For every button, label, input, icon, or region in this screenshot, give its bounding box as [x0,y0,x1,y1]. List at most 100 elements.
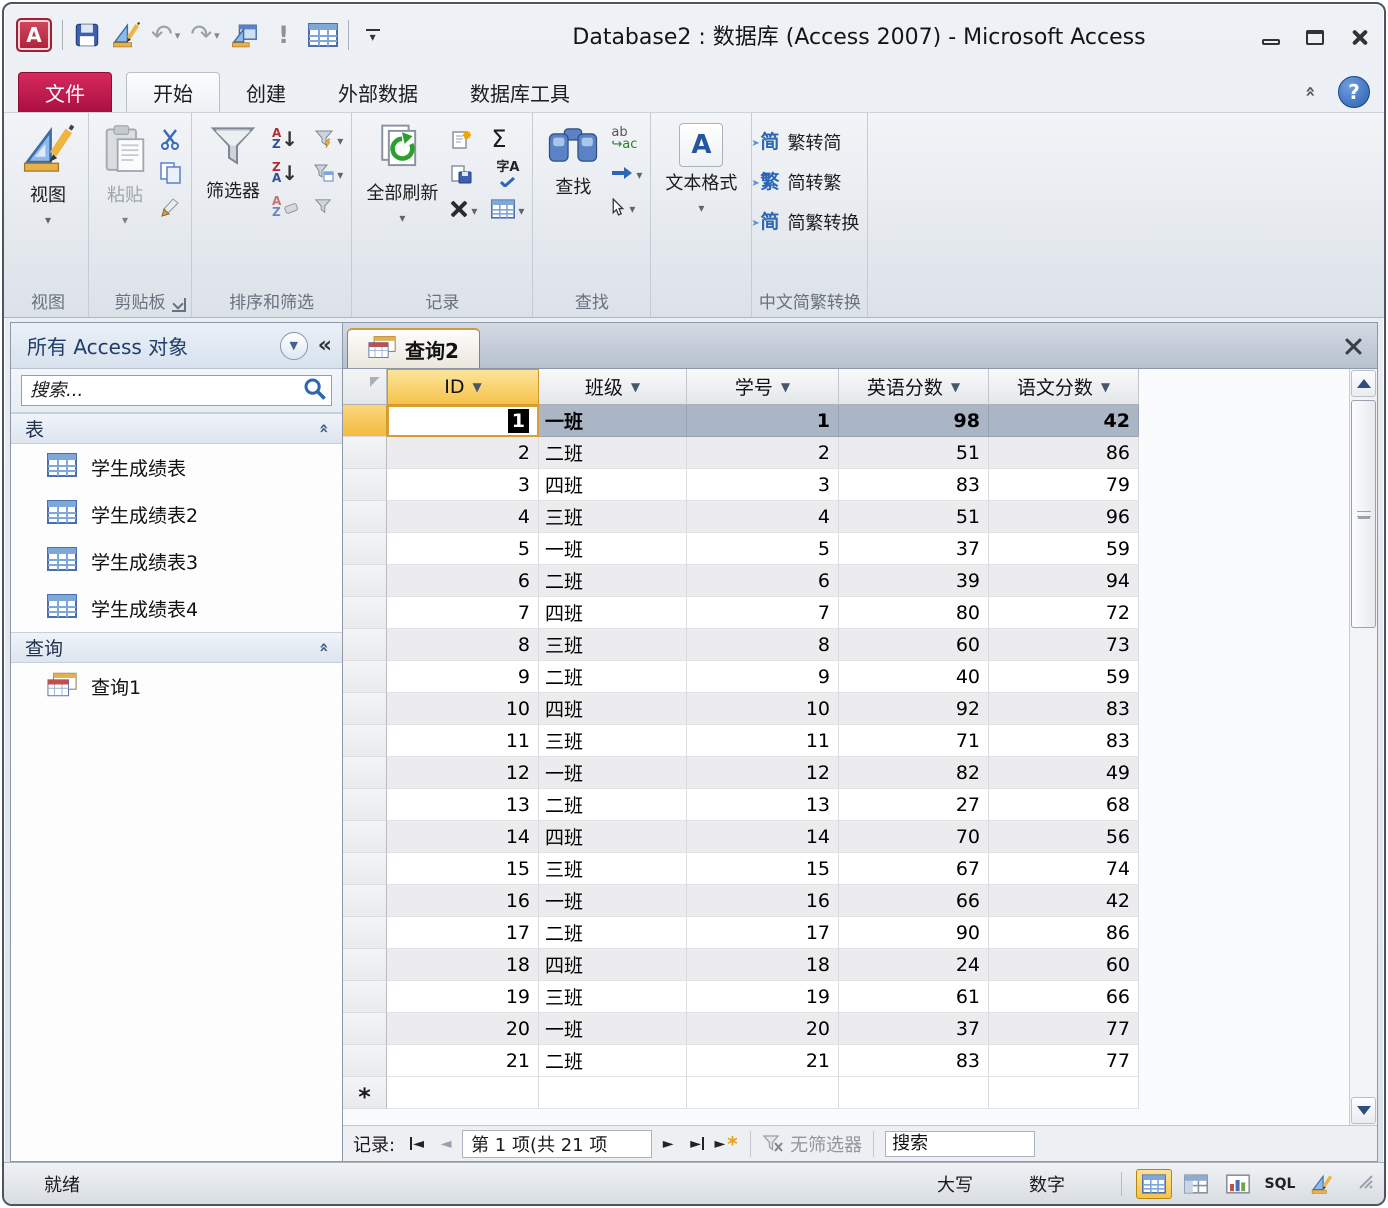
cell[interactable]: 3 [687,469,839,501]
section-header-tables[interactable]: 表 » [11,413,342,444]
row-selector[interactable] [343,917,387,949]
save-icon[interactable] [73,19,101,51]
cell[interactable]: 四班 [539,693,687,725]
section-header-queries[interactable]: 查询 » [11,632,342,663]
tab-create[interactable]: 创建 [220,72,312,112]
paste-button[interactable]: 粘贴 [97,121,153,230]
row-selector[interactable] [343,725,387,757]
cell[interactable]: 19 [387,981,539,1013]
row-selector[interactable] [343,789,387,821]
row-selector[interactable] [343,405,387,437]
totals-button[interactable]: Σ [491,127,524,151]
cell[interactable]: 15 [687,853,839,885]
cell[interactable]: 73 [989,629,1139,661]
cell[interactable]: 66 [989,981,1139,1013]
cell[interactable]: 83 [989,693,1139,725]
resize-grip-icon[interactable] [1356,1172,1374,1195]
cell[interactable]: 四班 [539,597,687,629]
cell[interactable]: 14 [387,821,539,853]
format-painter-button[interactable] [159,195,183,219]
cell[interactable]: 80 [839,597,989,629]
text-format-button[interactable]: A 文本格式 [659,121,743,218]
cell[interactable]: 一班 [539,1013,687,1045]
scrollbar-thumb[interactable] [1351,400,1376,628]
cell[interactable]: 86 [989,437,1139,469]
row-selector[interactable] [343,1045,387,1077]
view-switch-icon[interactable] [230,19,260,51]
no-filter-button[interactable]: 无筛选器 [762,1131,862,1157]
advanced-filter-button[interactable] [314,127,343,151]
column-header-ID[interactable]: ID▼ [387,369,539,405]
document-tab-query2[interactable]: 查询2 [347,328,480,368]
cell[interactable]: 83 [989,725,1139,757]
sidebar-item-table-3[interactable]: 学生成绩表3 [11,538,342,585]
access-logo-icon[interactable]: A [16,18,52,52]
cell[interactable]: 82 [839,757,989,789]
cell[interactable]: 19 [687,981,839,1013]
new-record-row[interactable]: * [343,1077,1139,1109]
cell[interactable]: 16 [387,885,539,917]
traditional-to-simplified-button[interactable]: 简 繁转简 [760,127,859,157]
cell[interactable]: 2 [687,437,839,469]
cell[interactable]: 5 [687,533,839,565]
cell[interactable]: 8 [387,629,539,661]
cell[interactable]: 67 [839,853,989,885]
cell[interactable]: 3 [387,469,539,501]
cell[interactable]: 6 [687,565,839,597]
cell[interactable]: 二班 [539,565,687,597]
cell[interactable]: 7 [387,597,539,629]
customize-qat-icon[interactable]: ▾ [359,19,387,51]
cell[interactable]: 56 [989,821,1139,853]
cell[interactable]: 四班 [539,469,687,501]
cell[interactable]: 12 [687,757,839,789]
cell[interactable]: 94 [989,565,1139,597]
collapse-ribbon-icon[interactable]: » [1300,86,1321,98]
redo-icon[interactable]: ↷▾ [190,19,219,51]
cell[interactable]: 三班 [539,725,687,757]
spelling-button[interactable]: 字A [491,161,524,187]
row-selector[interactable] [343,437,387,469]
cell[interactable]: 6 [387,565,539,597]
cell[interactable]: 12 [387,757,539,789]
delete-record-button[interactable] [450,197,477,221]
record-search-input[interactable] [885,1131,1035,1157]
save-record-button[interactable] [450,162,477,186]
last-record-button[interactable]: ► [684,1131,710,1157]
cell[interactable]: 20 [387,1013,539,1045]
new-record-selector[interactable]: * [343,1077,387,1109]
select-all-cell[interactable] [343,369,387,405]
cell[interactable]: 83 [839,469,989,501]
cell[interactable]: 4 [387,501,539,533]
cell[interactable]: 二班 [539,661,687,693]
cell[interactable]: 11 [387,725,539,757]
cell[interactable]: 18 [387,949,539,981]
copy-button[interactable] [159,161,183,185]
cell[interactable]: 四班 [539,821,687,853]
cell[interactable]: 三班 [539,501,687,533]
simplified-traditional-convert-button[interactable]: 简 简繁转换 [760,207,859,237]
sidebar-item-table-2[interactable]: 学生成绩表2 [11,491,342,538]
empty-cell[interactable] [387,1077,539,1109]
row-selector[interactable] [343,981,387,1013]
cell[interactable]: 40 [839,661,989,693]
cell[interactable]: 5 [387,533,539,565]
help-icon[interactable]: ? [1338,76,1370,108]
row-selector[interactable] [343,1013,387,1045]
cell[interactable]: 一班 [539,405,687,437]
view-button[interactable]: 视图 [16,121,80,230]
clear-sort-button[interactable]: AZ [272,195,300,219]
column-filter-dropdown-icon[interactable]: ▼ [951,380,960,394]
cell[interactable]: 27 [839,789,989,821]
shutter-bar-close-icon[interactable]: « [318,336,332,356]
cell[interactable]: 三班 [539,629,687,661]
cell[interactable]: 60 [839,629,989,661]
dialog-launcher-icon[interactable] [172,298,186,312]
cell[interactable]: 21 [387,1045,539,1077]
cell[interactable]: 70 [839,821,989,853]
filter-small-button[interactable] [314,195,343,219]
cell[interactable]: 二班 [539,437,687,469]
cell[interactable]: 17 [687,917,839,949]
cell[interactable]: 66 [839,885,989,917]
cut-button[interactable] [159,127,183,151]
scroll-down-icon[interactable] [1351,1097,1376,1124]
